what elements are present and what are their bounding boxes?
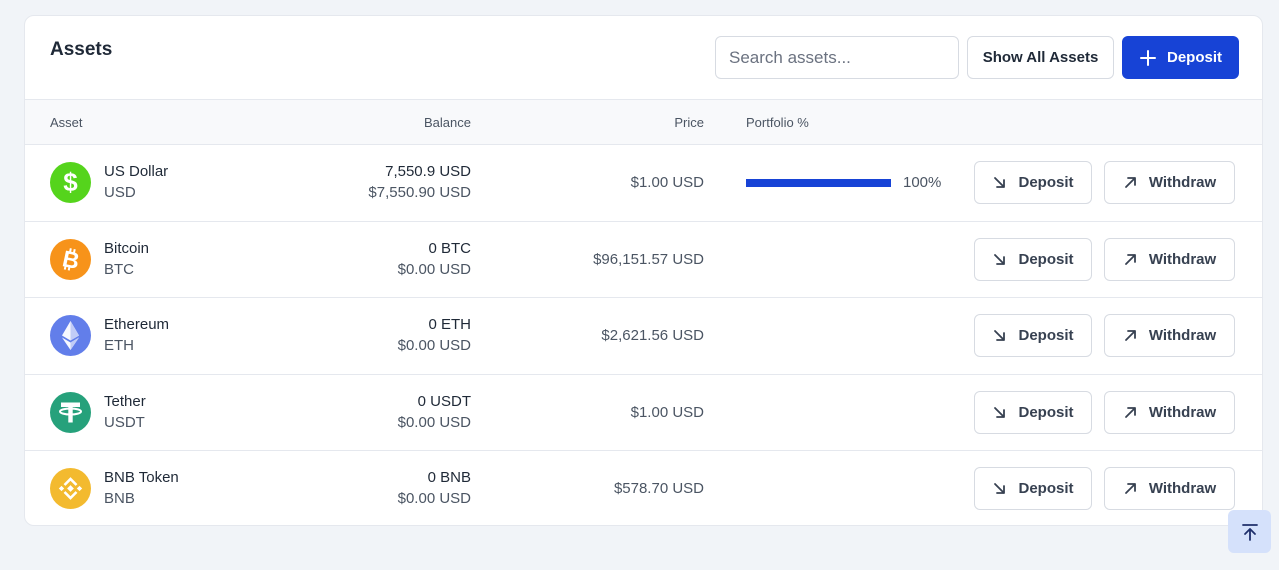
table-body: $ US Dollar USD 7,550.9 USD $7,550.90 US… (25, 145, 1262, 525)
arrow-down-right-icon (994, 253, 1006, 265)
withdraw-label: Withdraw (1148, 327, 1217, 344)
ethereum-icon (50, 315, 91, 356)
balance-usd: $0.00 USD (397, 337, 471, 354)
row-withdraw-button[interactable]: Withdraw (1104, 390, 1235, 434)
portfolio-percent: 100% (903, 174, 942, 191)
row-deposit-button[interactable]: Deposit (974, 467, 1092, 510)
row-withdraw-button[interactable]: Withdraw (1104, 237, 1235, 281)
deposit-button[interactable]: Deposit (1122, 36, 1239, 79)
arrow-up-right-icon (1124, 330, 1136, 341)
asset-price: $1.00 USD (630, 174, 704, 191)
asset-symbol: ETH (104, 337, 134, 354)
plus-icon (1139, 49, 1156, 66)
balance-amount: 0 USDT (417, 392, 471, 410)
balance-usd: $0.00 USD (397, 490, 471, 507)
balance-usd: $7,550.90 USD (368, 184, 471, 201)
row-withdraw-button[interactable]: Withdraw (1104, 161, 1235, 204)
balance-amount: 0 ETH (428, 316, 471, 333)
asset-symbol: USD (104, 184, 136, 201)
row-deposit-button[interactable]: Deposit (974, 237, 1092, 281)
balance-amount: 0 BTC (428, 239, 471, 257)
show-all-assets-label: Show All Assets (982, 49, 1099, 66)
table-header: Asset Balance Price Portfolio % (25, 100, 1262, 145)
balance-usd: $0.00 USD (397, 260, 471, 278)
withdraw-label: Withdraw (1148, 250, 1217, 268)
tether-icon (50, 391, 91, 433)
asset-price: $2,621.56 USD (601, 327, 704, 344)
asset-symbol: BTC (104, 260, 134, 278)
portfolio-bar (746, 179, 891, 187)
row-deposit-button[interactable]: Deposit (974, 314, 1092, 357)
arrow-up-right-icon (1124, 406, 1136, 418)
arrow-up-right-icon (1124, 253, 1136, 265)
card-header: Assets Show All Assets Deposit (25, 16, 1262, 100)
portfolio-bar-fill (746, 179, 891, 187)
asset-price: $1.00 USD (630, 403, 704, 421)
search-input[interactable] (715, 36, 959, 79)
deposit-button-label: Deposit (1166, 49, 1222, 66)
bnb-icon (50, 468, 91, 509)
arrow-down-right-icon (994, 177, 1006, 188)
column-header-balance: Balance (424, 115, 471, 130)
asset-name: US Dollar (104, 163, 169, 180)
deposit-label: Deposit (1018, 327, 1074, 344)
page-title: Assets (50, 39, 113, 60)
deposit-label: Deposit (1018, 174, 1074, 191)
asset-symbol: USDT (104, 413, 145, 431)
asset-name: BNB Token (104, 469, 179, 486)
asset-name: Ethereum (104, 316, 170, 333)
assets-card: Assets Show All Assets Deposit Asset Bal… (24, 15, 1263, 526)
column-header-portfolio: Portfolio % (746, 115, 809, 130)
deposit-label: Deposit (1018, 403, 1074, 421)
column-header-asset: Asset (50, 115, 83, 130)
arrow-down-right-icon (994, 483, 1006, 494)
row-deposit-button[interactable]: Deposit (974, 161, 1092, 204)
withdraw-label: Withdraw (1148, 480, 1217, 497)
dollar-icon: $ (50, 162, 91, 203)
asset-symbol: BNB (104, 490, 135, 507)
table-row: B Bitcoin BTC 0 BTC $0.00 USD $96,151.57… (25, 222, 1262, 298)
withdraw-label: Withdraw (1148, 174, 1217, 191)
arrow-up-right-icon (1124, 483, 1136, 494)
table-row: BNB Token BNB 0 BNB $0.00 USD $578.70 US… (25, 451, 1262, 525)
svg-text:$: $ (63, 167, 78, 197)
table-row: Ethereum ETH 0 ETH $0.00 USD $2,621.56 U… (25, 298, 1262, 375)
deposit-label: Deposit (1018, 250, 1074, 268)
asset-price: $578.70 USD (613, 480, 704, 497)
row-deposit-button[interactable]: Deposit (974, 390, 1092, 434)
balance-amount: 7,550.9 USD (385, 163, 471, 180)
scroll-to-top-button[interactable] (1228, 510, 1271, 553)
asset-price: $96,151.57 USD (593, 250, 704, 268)
balance-usd: $0.00 USD (397, 413, 471, 431)
arrow-down-right-icon (994, 406, 1006, 418)
show-all-assets-button[interactable]: Show All Assets (967, 36, 1114, 79)
arrow-down-right-icon (994, 330, 1006, 341)
table-row: $ US Dollar USD 7,550.9 USD $7,550.90 US… (25, 145, 1262, 222)
column-header-price: Price (674, 115, 704, 130)
row-withdraw-button[interactable]: Withdraw (1104, 467, 1235, 510)
arrow-up-to-line-icon (1241, 523, 1258, 541)
table-row: Tether USDT 0 USDT $0.00 USD $1.00 USD D… (25, 375, 1262, 451)
deposit-label: Deposit (1018, 480, 1074, 497)
asset-name: Tether (104, 392, 146, 410)
bitcoin-icon: B (50, 238, 91, 280)
row-withdraw-button[interactable]: Withdraw (1104, 314, 1235, 357)
balance-amount: 0 BNB (427, 469, 471, 486)
asset-name: Bitcoin (104, 239, 150, 257)
withdraw-label: Withdraw (1148, 403, 1217, 421)
arrow-up-right-icon (1124, 177, 1136, 188)
